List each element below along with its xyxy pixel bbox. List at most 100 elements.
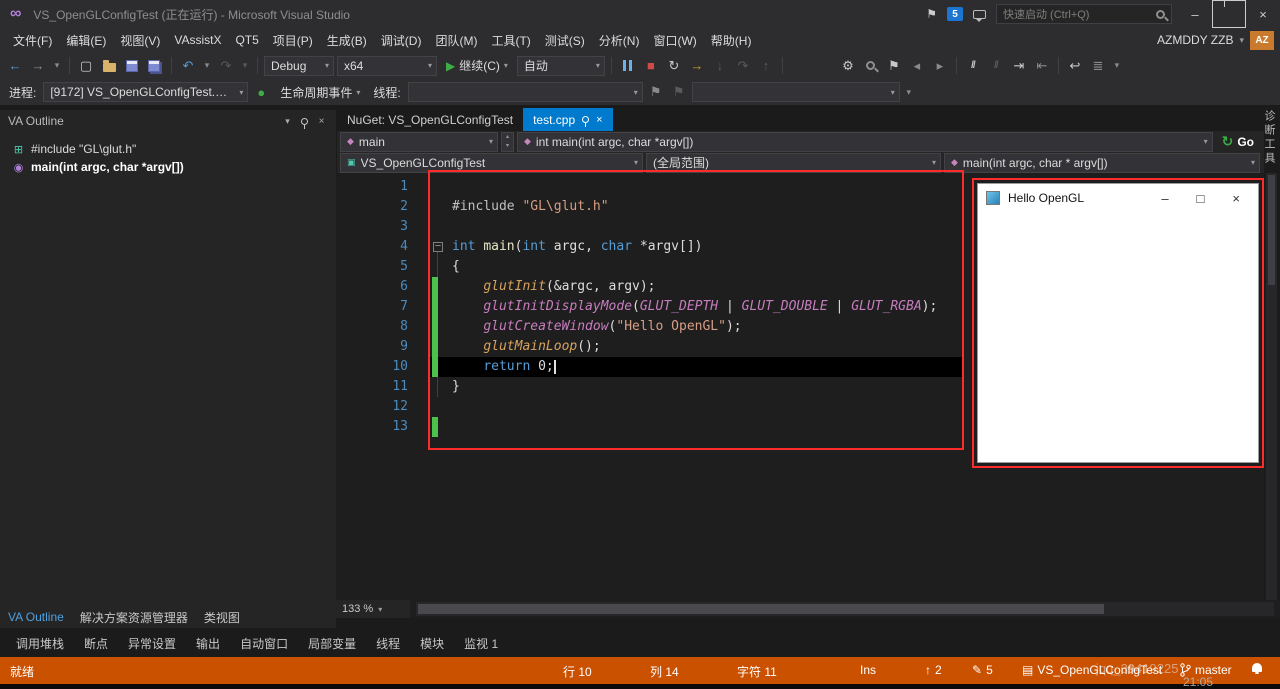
menu-item[interactable]: VAssistX <box>167 33 228 47</box>
notification-count-badge[interactable]: 5 <box>947 7 963 21</box>
horizontal-scrollbar-thumb[interactable] <box>418 604 1105 614</box>
opengl-app-window[interactable]: Hello OpenGL – □ × <box>977 183 1259 463</box>
menu-item[interactable]: 测试(S) <box>538 32 592 49</box>
step-out-icon[interactable]: ↑ <box>756 56 776 76</box>
whitespace-icon[interactable]: ≣ <box>1088 56 1108 76</box>
menu-item[interactable]: 帮助(H) <box>704 32 759 49</box>
account-cluster[interactable]: AZMDDY ZZB ▾ AZ <box>1157 30 1274 50</box>
flag-threads-icon[interactable]: ⚑ <box>646 82 666 102</box>
app-window-titlebar[interactable]: Hello OpenGL – □ × <box>978 184 1258 212</box>
status-line[interactable]: 行 10 <box>563 663 592 680</box>
app-maximize-button[interactable]: □ <box>1197 191 1205 206</box>
go-button[interactable]: ↻ Go <box>1216 133 1260 150</box>
status-column[interactable]: 列 14 <box>650 663 679 680</box>
project-combo[interactable]: ▣ VS_OpenGLConfigTest ▾ <box>340 152 643 173</box>
minimize-button[interactable]: – <box>1178 0 1212 28</box>
bottom-panel-tab[interactable]: 监视 1 <box>456 635 506 652</box>
code-line[interactable]: glutMainLoop(); <box>430 337 962 357</box>
nav-forward-icon[interactable]: → <box>28 56 48 76</box>
indent-icon[interactable]: ⇥ <box>1009 56 1029 76</box>
menu-item[interactable]: 项目(P) <box>266 32 320 49</box>
menu-item[interactable]: 分析(N) <box>592 32 647 49</box>
document-tab[interactable]: test.cpp × <box>523 108 613 131</box>
lifecycle-events-icon[interactable]: ● <box>251 82 271 102</box>
app-window-canvas[interactable] <box>978 212 1258 461</box>
show-next-statement-icon[interactable]: → <box>687 56 707 76</box>
member-combo[interactable]: ◆ main(int argc, char * argv[]) ▾ <box>944 152 1260 173</box>
comment-lines-icon[interactable]: // <box>963 56 983 76</box>
solution-config-combo[interactable]: Debug ▾ <box>264 55 334 76</box>
code-line[interactable] <box>430 397 962 417</box>
document-tab[interactable]: NuGet: VS_OpenGLConfigTest <box>337 108 523 131</box>
save-all-icon[interactable] <box>145 56 165 76</box>
status-char[interactable]: 字符 11 <box>737 663 777 680</box>
code-line[interactable]: – int main(int argc, char *argv[]) <box>430 237 962 257</box>
outdent-icon[interactable]: ⇤ <box>1032 56 1052 76</box>
break-all-icon[interactable] <box>618 56 638 76</box>
account-avatar[interactable]: AZ <box>1250 30 1274 50</box>
code-line[interactable] <box>430 217 962 237</box>
spin-down-icon[interactable]: ▾ <box>502 142 513 151</box>
step-into-icon[interactable]: ↓ <box>710 56 730 76</box>
close-tab-icon[interactable]: × <box>596 114 602 126</box>
menu-item[interactable]: 调试(D) <box>374 32 429 49</box>
menu-item[interactable]: QT5 <box>228 33 265 47</box>
feedback-icon[interactable] <box>973 9 986 22</box>
code-line[interactable]: } <box>430 377 962 397</box>
bottom-panel-tab[interactable]: 模块 <box>412 635 452 652</box>
stack-frame-combo[interactable]: ▾ <box>691 82 900 102</box>
notifications-flag-icon[interactable]: ⚑ <box>926 7 937 21</box>
editor-horizontal-scrollbar[interactable] <box>416 602 1274 616</box>
undo-chevron-icon[interactable]: ▾ <box>201 56 213 76</box>
app-minimize-button[interactable]: – <box>1161 191 1168 206</box>
undo-icon[interactable]: ↶ <box>178 56 198 76</box>
zoom-control[interactable]: 133 % ▾ <box>336 600 410 618</box>
menu-item[interactable]: 工具(T) <box>484 32 537 49</box>
scope-combo[interactable]: (全局范围) ▾ <box>646 152 941 173</box>
panel-close-icon[interactable]: × <box>313 113 330 129</box>
panel-pin-icon[interactable] <box>296 113 313 129</box>
nav-back-icon[interactable]: ← <box>5 56 25 76</box>
new-file-icon[interactable]: ▢ <box>76 56 96 76</box>
status-insert-mode[interactable]: Ins <box>860 663 876 677</box>
bottom-panel-tab[interactable]: 断点 <box>76 635 116 652</box>
platform-combo[interactable]: x64 ▾ <box>337 55 437 76</box>
menu-item[interactable]: 窗口(W) <box>646 32 703 49</box>
toolbar-overflow-icon[interactable]: ▾ <box>1111 56 1123 76</box>
signature-combo[interactable]: ◆ int main(int argc, char *argv[]) ▾ <box>517 131 1213 152</box>
code-line[interactable] <box>430 177 962 197</box>
find-in-files-icon[interactable] <box>861 56 881 76</box>
code-line[interactable] <box>430 417 962 437</box>
code-line[interactable]: { <box>430 257 962 277</box>
code-line[interactable]: glutInit(&argc, argv); <box>430 277 962 297</box>
bottom-panel-tab[interactable]: 线程 <box>368 635 408 652</box>
code-line[interactable]: glutCreateWindow("Hello OpenGL"); <box>430 317 962 337</box>
pending-edits[interactable]: ✎ 5 <box>972 663 993 677</box>
word-wrap-icon[interactable]: ↩ <box>1065 56 1085 76</box>
uncomment-lines-icon[interactable]: // <box>986 56 1006 76</box>
auto-combo[interactable]: 自动 ▾ <box>516 55 605 76</box>
outgoing-commits[interactable]: ↑ 2 <box>925 663 942 677</box>
prev-bookmark-icon[interactable]: ◂ <box>907 56 927 76</box>
spin-up-icon[interactable]: ▴ <box>502 133 513 142</box>
menu-item[interactable]: 团队(M) <box>428 32 484 49</box>
panel-tab[interactable]: VA Outline <box>8 610 64 624</box>
bottom-panel-tab[interactable]: 局部变量 <box>300 635 364 652</box>
outline-tree-item[interactable]: ⊞ #include "GL\glut.h" <box>0 140 336 158</box>
step-over-icon[interactable]: ↷ <box>733 56 753 76</box>
bookmark-icon[interactable]: ⚑ <box>884 56 904 76</box>
panel-tab[interactable]: 类视图 <box>204 609 240 626</box>
bottom-panel-tab[interactable]: 输出 <box>188 635 228 652</box>
bottom-panel-tab[interactable]: 自动窗口 <box>232 635 296 652</box>
panel-menu-chevron-icon[interactable]: ▾ <box>279 113 296 129</box>
lifecycle-events-button[interactable]: 生命周期事件 ▾ <box>274 82 366 102</box>
thread-combo[interactable]: ▾ <box>407 82 643 102</box>
account-name[interactable]: AZMDDY ZZB <box>1157 33 1233 47</box>
branch-indicator[interactable]: master <box>1180 663 1232 677</box>
restore-button[interactable] <box>1212 0 1246 28</box>
app-close-button[interactable]: × <box>1232 191 1240 206</box>
repository-indicator[interactable]: ▤ VS_OpenGLConfigTest <box>1022 663 1162 677</box>
status-bell[interactable] <box>1252 663 1262 674</box>
save-icon[interactable] <box>122 56 142 76</box>
redo-icon[interactable]: ↷ <box>216 56 236 76</box>
